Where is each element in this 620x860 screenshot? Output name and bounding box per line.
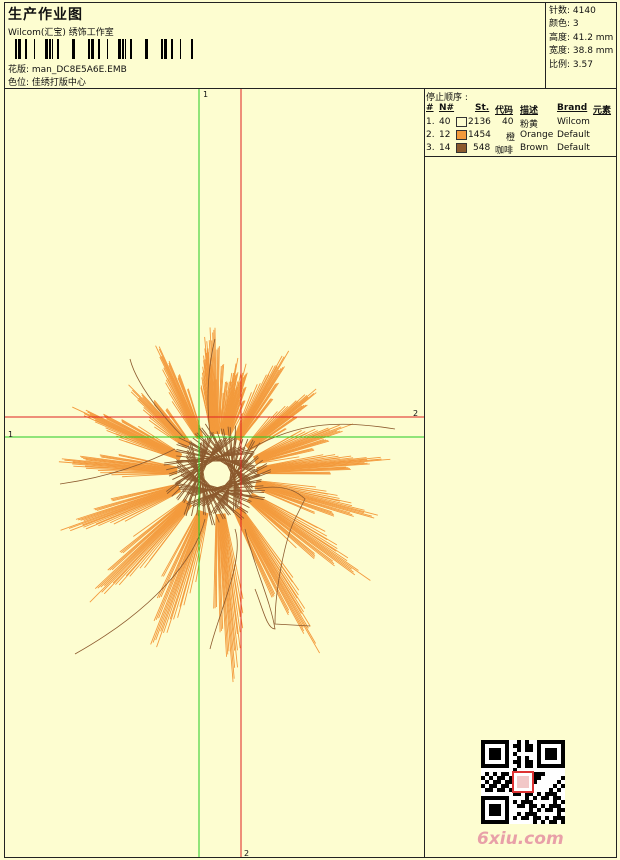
qr-code[interactable]	[481, 740, 565, 824]
red-axis-label-right: 2	[413, 409, 419, 418]
panel-divider	[425, 156, 616, 157]
row-n: 40	[439, 117, 451, 127]
col-brand: Brand	[557, 103, 588, 113]
flower-stitches	[58, 327, 396, 683]
stop-sequence-title: 停止顺序 :	[426, 93, 468, 103]
stat-ratio: 比例: 3.57	[549, 59, 593, 70]
petal-stitch	[236, 350, 290, 440]
row-description: Brown	[520, 143, 549, 153]
petal-stitch	[125, 503, 191, 577]
watermark-logo: 6xiu.com	[477, 829, 564, 849]
row-description: Orange	[520, 130, 554, 140]
stat-stitches: 针数: 4140	[549, 6, 596, 16]
color-swatch	[456, 130, 467, 140]
row-description: 粉黄	[520, 120, 539, 130]
sheet-header: 生产作业图 Wilcom(汇宝) 绣饰工作室 花版: man_DC8E5A6E.…	[5, 3, 616, 89]
row-n: 12	[439, 130, 451, 140]
row-brand: Default	[557, 130, 590, 140]
stat-width: 宽度: 38.8 mm	[549, 46, 614, 57]
page-title: 生产作业图	[8, 7, 83, 23]
row-brand: Wilcom	[557, 117, 590, 127]
studio-name: Wilcom(汇宝) 绣饰工作室	[8, 28, 114, 38]
row-stitches: 548	[473, 143, 491, 153]
petal-stitch	[237, 507, 311, 627]
row-code: 40	[502, 117, 514, 127]
stop-sequence-panel: 停止顺序 : # N# St. 代码 描述 Brand 元素 1. 40 213…	[425, 89, 616, 857]
col-hash: #	[426, 103, 434, 113]
red-axis-label-bottom: 2	[244, 849, 250, 857]
stop-row[interactable]: 3. 14 548 咖啡 Brown Default	[425, 143, 616, 156]
row-index: 3.	[426, 143, 435, 153]
color-swatch	[456, 117, 467, 127]
row-n: 14	[439, 143, 451, 153]
stop-row[interactable]: 1. 40 2136 40 粉黄 Wilcom	[425, 117, 616, 130]
design-filename: 花版: man_DC8E5A6E.EMB	[8, 65, 127, 75]
col-n: N#	[439, 103, 455, 113]
petal-stitch	[257, 473, 331, 475]
row-code: 咖啡	[495, 146, 514, 156]
col-description: 描述	[520, 106, 539, 116]
production-sheet: 生产作业图 Wilcom(汇宝) 绣饰工作室 花版: man_DC8E5A6E.…	[4, 2, 617, 858]
col-element: 元素	[593, 106, 612, 116]
embroidery-preview	[5, 89, 424, 857]
barcode	[15, 39, 193, 59]
row-stitches: 1454	[468, 130, 491, 140]
row-code: 橙	[506, 133, 516, 143]
design-canvas[interactable]: 1 1 2 2	[5, 89, 425, 857]
col-code: 代码	[495, 106, 514, 116]
stat-height: 高度: 41.2 mm	[549, 32, 614, 43]
stop-row[interactable]: 2. 12 1454 橙 Orange Default	[425, 130, 616, 143]
row-index: 1.	[426, 117, 435, 127]
stats-box: 针数: 4140 颜色: 3 高度: 41.2 mm 宽度: 38.8 mm 比…	[545, 3, 616, 89]
color-position: 色位: 佳绣打版中心	[8, 78, 86, 88]
color-swatch	[456, 143, 467, 153]
row-brand: Default	[557, 143, 590, 153]
row-stitches: 2136	[468, 117, 491, 127]
col-stitches: St.	[475, 103, 490, 113]
stat-colors: 颜色: 3	[549, 19, 579, 30]
petal-stitch	[235, 509, 290, 611]
row-index: 2.	[426, 130, 435, 140]
green-axis-label-top: 1	[203, 90, 209, 99]
green-axis-label-left: 1	[8, 430, 14, 439]
